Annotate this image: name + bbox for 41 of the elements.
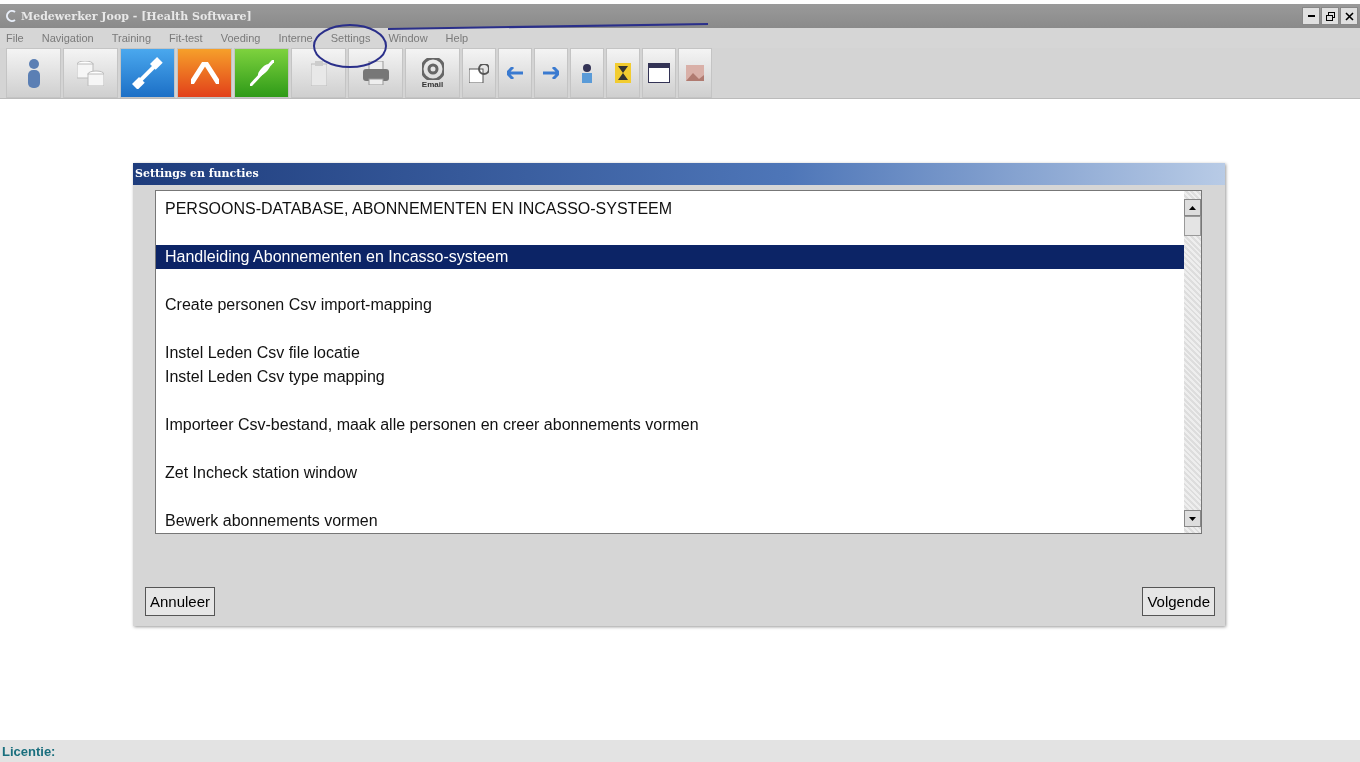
toolbar-button[interactable] [291,48,346,98]
toolbar-button[interactable]: Email [405,48,460,98]
list-item[interactable]: Instel Leden Csv file locatie [156,341,1184,365]
list-item[interactable]: Zet Incheck station window [156,461,1184,485]
list-item[interactable]: Handleiding Abonnementen en Incasso-systeem [156,245,1184,269]
printer-icon [362,61,389,85]
restore-icon [1325,11,1335,21]
toolbar-button[interactable] [642,48,676,98]
cancel-button[interactable]: Annuleer [145,587,216,616]
clipboard-icon [310,60,327,86]
arrow-right-icon [543,67,559,79]
toolbar-button[interactable] [570,48,604,98]
person-icon [27,58,40,88]
figure-icon [582,63,592,83]
hourglass-icon [615,63,631,83]
list-item[interactable]: Bewerk abonnements vormen [156,509,1184,533]
list-item[interactable]: Importeer Csv-bestand, maak alle personen en creer abonnements vormen [156,413,1184,437]
arrow-left-icon [507,67,523,79]
arrow-down-icon [1189,516,1196,521]
license-label: Licentie: [2,743,56,759]
scroll-thumb[interactable] [1184,216,1201,236]
list-item[interactable]: Instel Leden Csv type mapping [156,365,1184,389]
image-icon [686,65,704,81]
close-button[interactable] [1340,7,1358,25]
list-item[interactable]: PERSOONS-DATABASE, ABONNEMENTEN EN INCASSO-SYSTEEM [156,197,1184,221]
dialog-title: Settings en functies [133,163,1225,185]
minimize-icon [1307,15,1315,17]
window-title: Medewerker Joop - [Health Software] [21,9,252,23]
dumbbell-icon [132,56,163,90]
list-item[interactable]: Create personen Csv import-mapping [156,293,1184,317]
app-logo-icon [4,9,18,23]
arrow-up-icon [1189,205,1196,210]
restore-button[interactable] [1321,7,1339,25]
next-button[interactable]: Volgende [1142,587,1215,616]
toolbar-button[interactable] [348,48,403,98]
close-icon [1344,11,1354,21]
toolbar-button[interactable] [606,48,640,98]
scroll-up-button[interactable] [1184,199,1201,216]
minimize-button[interactable] [1302,7,1320,25]
scrollbar[interactable] [1184,191,1201,533]
scroll-down-button[interactable] [1184,510,1201,527]
